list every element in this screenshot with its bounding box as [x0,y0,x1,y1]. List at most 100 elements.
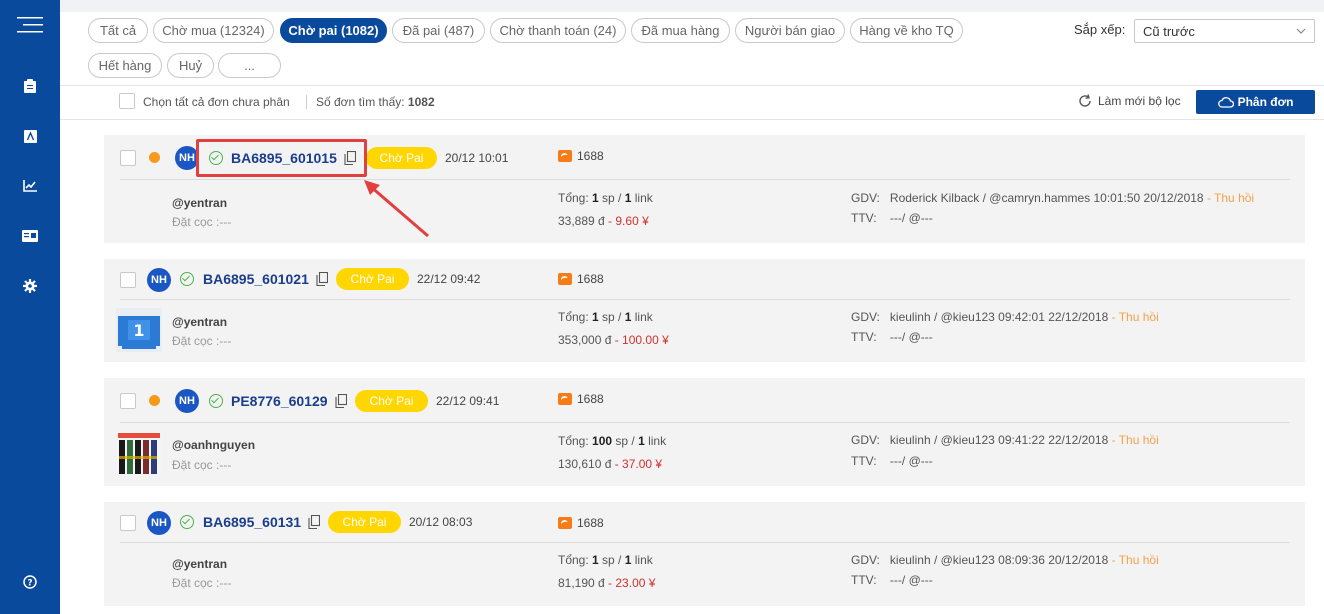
clipboard-icon[interactable] [0,76,60,96]
price-vnd: 81,190 đ [558,576,605,590]
price-cny: - 37.00 ¥ [611,457,663,471]
total-qty: 1 [592,553,599,567]
chip-paid[interactable]: Đã pai (487) [392,18,485,43]
ttv-label: TTV: [851,211,877,225]
chip-waiting-pai[interactable]: Chờ pai (1082) [280,18,387,43]
split-order-label: Phân đơn [1237,95,1294,109]
svg-text:1: 1 [133,321,144,340]
recall-link[interactable]: - Thu hồi [1108,433,1159,447]
chip-out-of-stock[interactable]: Hết hàng [88,53,162,78]
chip-purchased[interactable]: Đã mua hàng [631,18,730,43]
order-time: 22/12 09:41 [436,394,500,408]
alibaba-1688-icon [558,393,572,405]
chart-icon[interactable] [0,176,60,196]
copy-icon[interactable] [308,515,320,529]
order-code-link[interactable]: BA6895_601021 [203,271,309,287]
chip-waiting-payment[interactable]: Chờ thanh toán (24) [490,18,626,43]
gear-icon[interactable] [0,276,60,296]
gdv-info: GDV: Roderick Kilback / @camryn.hammes 1… [851,191,1254,205]
status-badge: Chờ Pai [328,511,401,533]
refresh-filter-button[interactable]: Làm mới bộ lọc [1078,94,1181,108]
card-icon[interactable] [0,226,60,246]
chip-all[interactable]: Tất cả [88,18,148,43]
order-card: NH BA6895_601021 Chờ Pai 22/12 09:42 168… [104,259,1305,362]
chip-cancelled[interactable]: Huỷ [167,53,214,78]
check-circle-icon [209,394,223,408]
refresh-label: Làm mới bộ lọc [1098,94,1181,108]
order-source: 1688 [577,516,604,530]
order-checkbox[interactable] [120,272,136,288]
sort-label: Sắp xếp: [1074,22,1126,37]
gdv-value: kieulinh / @kieu123 09:41:22 22/12/2018 [889,433,1109,447]
product-thumbnail[interactable]: 1 [116,308,162,352]
gdv-label: GDV: [851,191,880,205]
gdv-label: GDV: [851,553,880,567]
ttv-info: TTV: ---/ @--- [851,573,933,587]
highlight-box [196,139,367,177]
customer-username[interactable]: @yentran [172,315,227,329]
chip-waiting-buy[interactable]: Chờ mua (12324) [153,18,274,43]
order-time: 20/12 10:01 [445,151,509,165]
annotation-arrow-icon [364,180,429,238]
order-source: 1688 [577,392,604,406]
price-cny: - 9.60 ¥ [604,214,649,228]
unread-dot [149,152,160,163]
sort-select[interactable]: Cũ trước [1134,19,1315,43]
recall-link[interactable]: - Thu hồi [1204,191,1254,205]
price-cny: - 100.00 ¥ [611,333,669,347]
price-vnd: 33,889 đ [558,214,605,228]
ttv-value: ---/ @--- [889,211,933,225]
order-checkbox[interactable] [120,393,136,409]
recall-link[interactable]: - Thu hồi [1108,310,1159,324]
order-checkbox[interactable] [120,150,136,166]
product-thumbnail[interactable] [116,432,162,476]
total-prefix: Tổng: [558,553,593,567]
total-prefix: Tổng: [558,434,593,448]
sidebar: ? [0,0,60,614]
ttv-label: TTV: [851,454,877,468]
copy-icon[interactable] [316,272,328,286]
gdv-info: GDV: kieulinh / @kieu123 09:41:22 22/12/… [851,433,1159,447]
ttv-info: TTV: ---/ @--- [851,454,933,468]
customer-username[interactable]: @yentran [172,196,227,210]
recall-link[interactable]: - Thu hồi [1108,553,1159,567]
order-code-link[interactable]: BA6895_60131 [203,514,301,530]
cloud-icon [1217,96,1234,108]
help-icon[interactable]: ? [0,572,60,592]
order-price: 130,610 đ - 37.00 ¥ [558,457,662,471]
chip-seller-delivered[interactable]: Người bán giao [735,18,845,43]
order-time: 22/12 09:42 [417,272,481,286]
price-vnd: 353,000 đ [558,333,612,347]
avatar: NH [147,511,171,535]
order-card: NH BA6895_60131 Chờ Pai 20/12 08:03 1688… [104,502,1305,606]
customer-username[interactable]: @yentran [172,557,227,571]
text-box-icon[interactable] [0,126,60,146]
check-circle-icon [180,515,194,529]
customer-username[interactable]: @oanhnguyen [172,438,255,452]
chip-arrived-cn-warehouse[interactable]: Hàng về kho TQ [850,18,963,43]
select-all-checkbox[interactable] [119,93,135,109]
avatar: NH [147,268,171,292]
order-code-link[interactable]: PE8776_60129 [231,393,328,409]
gdv-info: GDV: kieulinh / @kieu123 08:09:36 20/12/… [851,553,1159,567]
order-total: Tổng: 1 sp / 1 link [558,310,653,324]
split-order-button[interactable]: Phân đơn [1196,90,1315,114]
qty-unit: sp / [598,310,625,324]
links-unit: link [631,553,653,567]
check-circle-icon [180,272,194,286]
gdv-value: kieulinh / @kieu123 09:42:01 22/12/2018 [889,310,1109,324]
links-unit: link [644,434,667,448]
qty-unit: sp / [598,553,625,567]
ttv-label: TTV: [851,573,877,587]
chip-more[interactable]: ... [218,53,281,78]
card-divider [120,299,1290,300]
order-checkbox[interactable] [120,515,136,531]
copy-icon[interactable] [335,394,347,408]
card-divider [120,422,1290,423]
links-unit: link [631,310,653,324]
menu-icon[interactable] [0,12,60,38]
divider [60,119,1324,120]
found-count: 1082 [407,95,435,109]
order-source: 1688 [577,272,604,286]
order-price: 81,190 đ - 23.00 ¥ [558,576,655,590]
